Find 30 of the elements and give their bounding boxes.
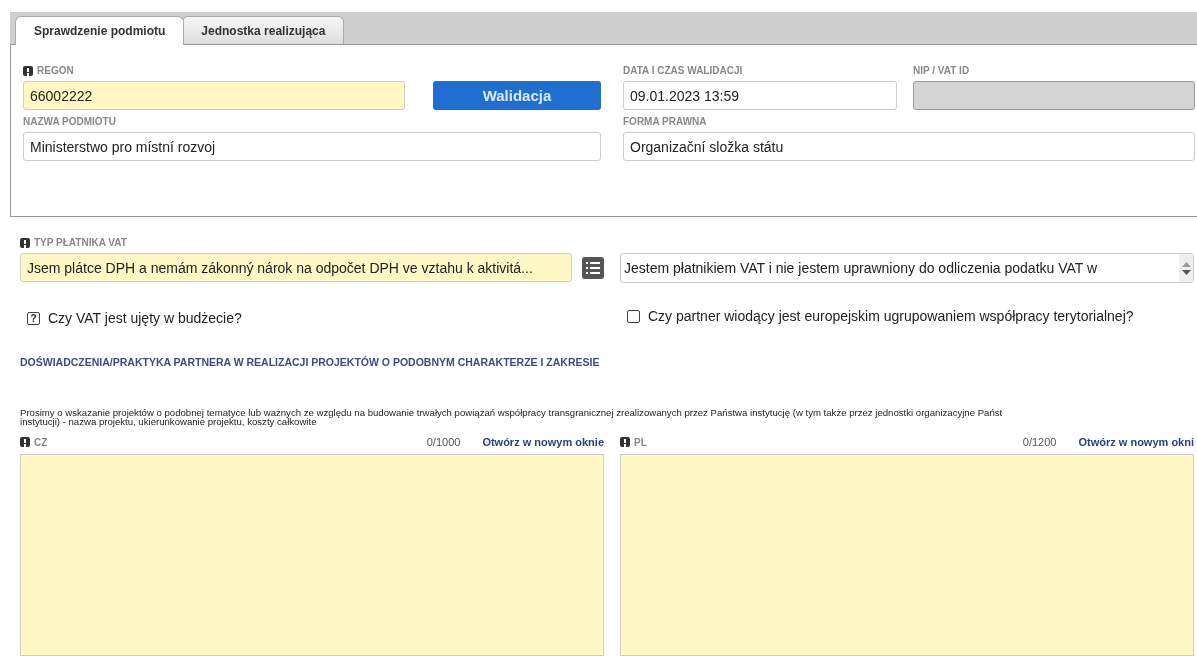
- select-field[interactable]: Jsem plátce DPH a nemám zákonný nárok na odpočet DPH ve vztahu k aktivitá...: [20, 253, 572, 282]
- field-label: NIP / VAT ID: [913, 65, 970, 76]
- field-label: FORMA PRAWNA: [623, 116, 707, 127]
- text-field[interactable]: Jestem płatnikiem VAT i nie jestem uprawniony do odliczenia podatku VAT w: [620, 253, 1194, 283]
- checkbox[interactable]: [627, 309, 640, 323]
- checkbox[interactable]: ?: [27, 311, 40, 325]
- instruction-text: Prosimy o wskazanie projektów o podobnej tematyce lub ważnych ze względu na budowanie trwałych powiązań współpracy transgranicznej zrealizowanych przez Państwa instytucję (w tym także przez jednostki organizacyjne Państ: [20, 408, 1004, 417]
- checkbox-label: Czy VAT jest ujęty w budżecie?: [48, 310, 242, 326]
- instruction-text: instytucji) - nazwa projektu, ukierunkowanie projektu, koszty całkowite: [20, 417, 317, 426]
- field-label: PL: [634, 436, 647, 448]
- open-window-link[interactable]: Otwórz w nowym oknie: [482, 436, 604, 448]
- tab[interactable]: Sprawdzenie podmiotu: [15, 16, 185, 45]
- input-field[interactable]: 09.01.2023 13:59: [623, 81, 897, 110]
- field-label: REGON: [37, 65, 74, 76]
- char-counter: 0/1200: [1022, 436, 1057, 448]
- field-label: NAZWA PODMIOTU: [23, 116, 116, 127]
- scroll-arrows-icon[interactable]: [1179, 254, 1193, 282]
- tab[interactable]: Jednostka realizująca: [182, 16, 345, 44]
- field-label: CZ: [34, 436, 48, 448]
- field-label: DATA I CZAS WALIDACJI: [623, 65, 743, 76]
- input-field[interactable]: Ministerstwo pro místní rozvoj: [23, 132, 601, 161]
- checkbox-label: Czy partner wiodący jest europejskim ugrupowaniem współpracy terytorialnej?: [648, 308, 1134, 324]
- list-icon[interactable]: [582, 256, 604, 279]
- section-heading: DOŚWIADCZENIA/PRAKTYKA PARTNERA W REALIZACJI PROJEKTÓW O PODOBNYM CHARAKTERZE I ZAKRESIE: [20, 356, 601, 368]
- field-label: TYP PŁATNIKA VAT: [34, 237, 127, 248]
- char-counter: 0/1000: [426, 436, 461, 448]
- open-window-link[interactable]: Otwórz w nowym okni: [1078, 436, 1194, 448]
- input-field[interactable]: Organizační složka státu: [623, 132, 1195, 161]
- input-field[interactable]: 66002222: [23, 81, 405, 110]
- validate-button[interactable]: Walidacja: [433, 81, 601, 110]
